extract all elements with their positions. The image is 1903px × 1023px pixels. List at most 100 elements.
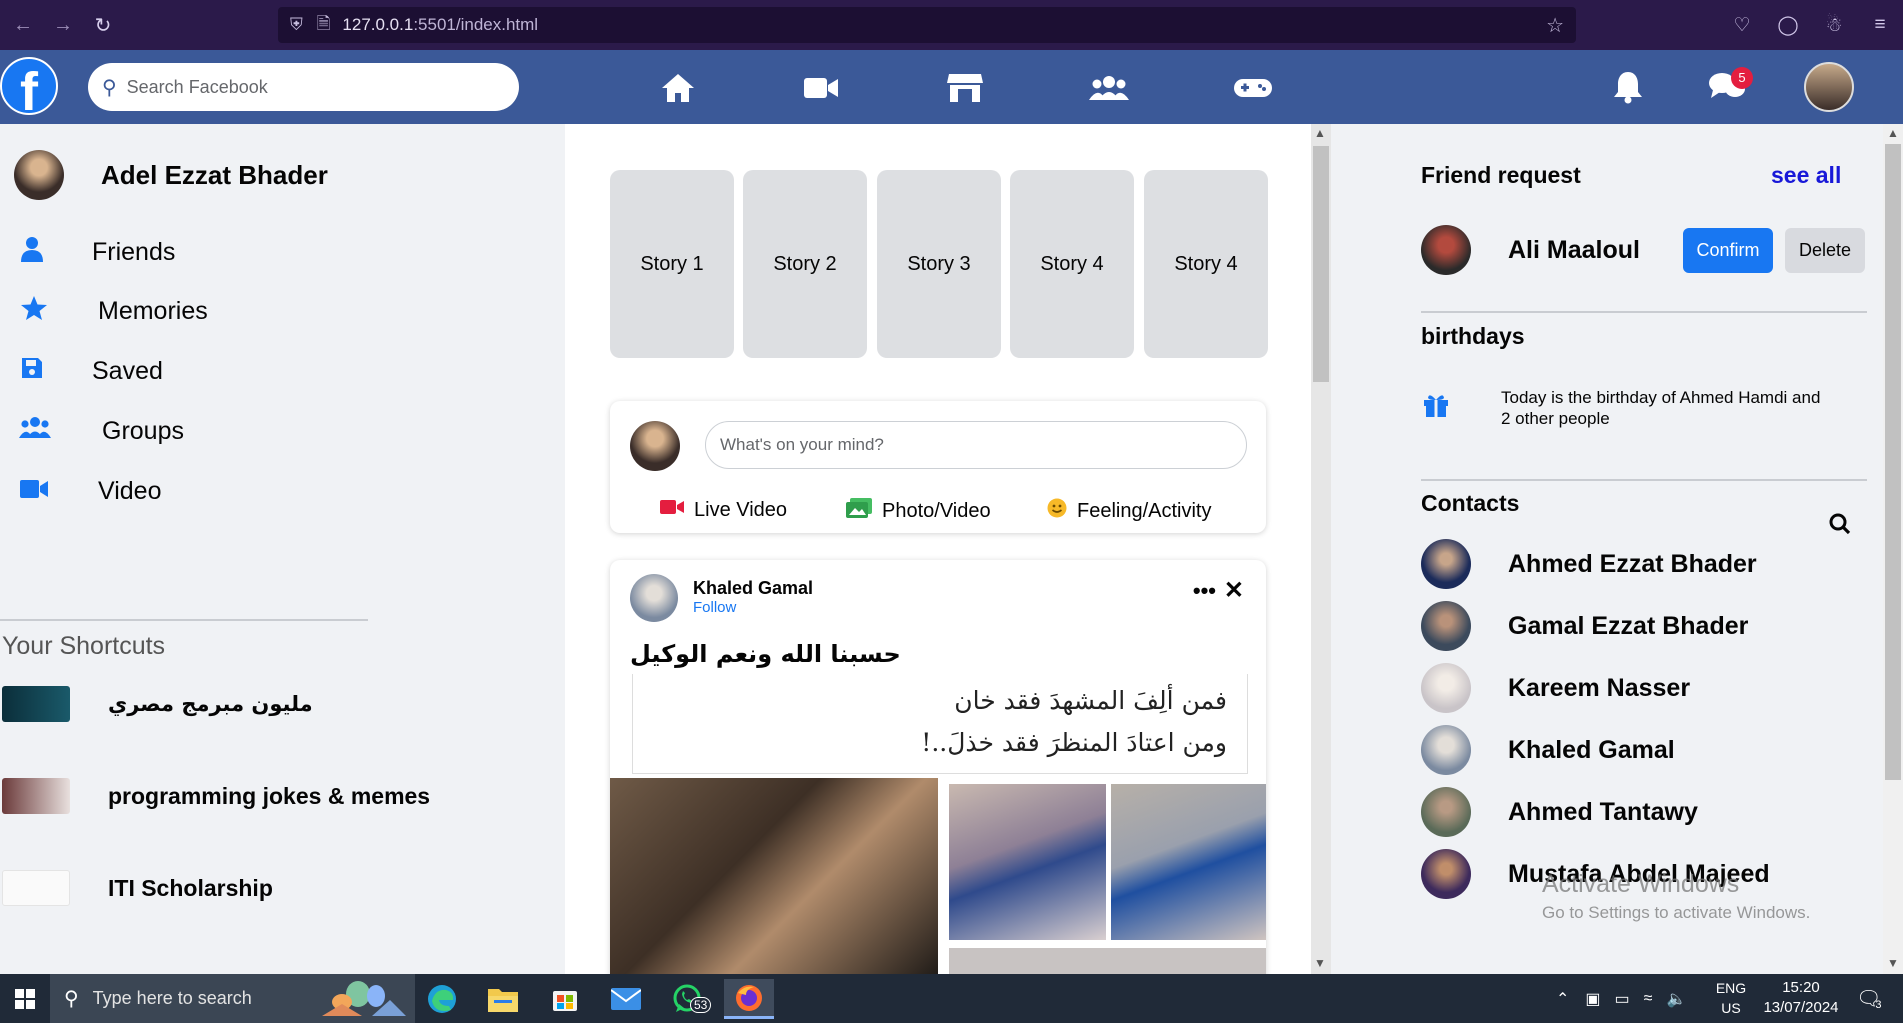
video-nav-icon[interactable] bbox=[801, 68, 841, 108]
request-name[interactable]: Ali Maaloul bbox=[1508, 236, 1640, 265]
avatar[interactable] bbox=[14, 150, 64, 200]
sidebar-item-label: Friends bbox=[92, 238, 176, 266]
pocket-icon[interactable]: ♡ bbox=[1719, 14, 1765, 37]
facebook-logo[interactable]: f bbox=[0, 57, 58, 115]
feed-scrollbar[interactable]: ▲ ▼ bbox=[1311, 124, 1331, 974]
activate-subtitle: Go to Settings to activate Windows. bbox=[1542, 903, 1811, 922]
scrollbar-thumb[interactable] bbox=[1313, 146, 1329, 382]
follow-link[interactable]: Follow bbox=[693, 599, 736, 616]
story-card[interactable]: Story 3 bbox=[877, 170, 1001, 358]
edge-icon[interactable] bbox=[417, 979, 467, 1019]
post-photo[interactable] bbox=[949, 784, 1106, 940]
scrollbar-thumb[interactable] bbox=[1885, 144, 1901, 780]
gaming-icon[interactable] bbox=[1233, 68, 1273, 108]
contact-item[interactable]: Mustafa Abdel Majeed bbox=[1421, 849, 1770, 899]
sidebar-item-label: Saved bbox=[92, 357, 163, 385]
clock[interactable]: 15:20 13/07/2024 bbox=[1756, 978, 1846, 1018]
menu-icon[interactable]: ≡ bbox=[1857, 14, 1903, 36]
search-highlights-icon[interactable] bbox=[310, 979, 410, 1019]
reload-icon[interactable]: ↻ bbox=[86, 8, 120, 42]
shortcut-label: مليون مبرمج مصري bbox=[108, 692, 313, 716]
avatar bbox=[1421, 539, 1471, 589]
scroll-down-icon[interactable]: ▼ bbox=[1314, 956, 1326, 970]
notifications-bell-icon[interactable] bbox=[1612, 70, 1644, 112]
sidebar-item-friends[interactable]: Friends bbox=[0, 236, 175, 269]
clock-time: 15:20 bbox=[1782, 979, 1820, 996]
confirm-button[interactable]: Confirm bbox=[1683, 228, 1773, 273]
shortcut-thumbnail bbox=[2, 686, 70, 722]
story-card[interactable]: Story 4 bbox=[1144, 170, 1268, 358]
forward-icon[interactable]: → bbox=[46, 8, 80, 42]
story-card[interactable]: Story 4 bbox=[1010, 170, 1134, 358]
users-icon bbox=[10, 416, 60, 447]
right-scrollbar[interactable]: ▲ ▼ bbox=[1883, 124, 1903, 974]
story-card[interactable]: Story 2 bbox=[743, 170, 867, 358]
shortcut-label: ITI Scholarship bbox=[108, 874, 273, 901]
notification-center-icon[interactable]: 🗨 3 bbox=[1856, 974, 1882, 1023]
whatsapp-icon[interactable]: 53 bbox=[662, 979, 712, 1019]
marketplace-icon[interactable] bbox=[945, 68, 985, 108]
sidebar-item-video[interactable]: Video bbox=[0, 476, 162, 507]
file-explorer-icon[interactable] bbox=[478, 979, 528, 1019]
account-icon[interactable]: ◯ bbox=[1765, 14, 1811, 37]
scroll-up-icon[interactable]: ▲ bbox=[1887, 126, 1899, 140]
sidebar-item-label: Memories bbox=[98, 297, 208, 325]
language-indicator[interactable]: ENG US bbox=[1711, 978, 1751, 1018]
avatar[interactable] bbox=[630, 574, 678, 622]
avatar[interactable] bbox=[1421, 225, 1471, 275]
post-author[interactable]: Khaled Gamal bbox=[693, 578, 813, 599]
bookmark-star-icon[interactable]: ☆ bbox=[1546, 13, 1564, 38]
mail-icon[interactable] bbox=[601, 979, 651, 1019]
quote-line: فمن ألِفَ المشهدَ فقد خان bbox=[954, 686, 1227, 715]
back-icon[interactable]: ← bbox=[6, 8, 40, 42]
language-code: ENG bbox=[1715, 980, 1747, 996]
sidebar-item-groups[interactable]: Groups bbox=[0, 416, 184, 447]
shortcut-item[interactable]: مليون مبرمج مصري bbox=[2, 686, 313, 722]
search-input[interactable]: ⚲ Search Facebook bbox=[88, 63, 519, 111]
scroll-up-icon[interactable]: ▲ bbox=[1314, 126, 1326, 140]
news-feed: Story 1 Story 2 Story 3 Story 4 Story 4 … bbox=[565, 124, 1311, 974]
profile-name[interactable]: Adel Ezzat Bhader bbox=[101, 160, 328, 191]
contact-item[interactable]: Khaled Gamal bbox=[1421, 725, 1675, 775]
post-photo[interactable] bbox=[949, 948, 1266, 974]
photo-video-button[interactable]: Photo/Video bbox=[846, 498, 991, 524]
shortcut-item[interactable]: ITI Scholarship bbox=[2, 870, 273, 906]
scroll-down-icon[interactable]: ▼ bbox=[1887, 956, 1899, 970]
live-video-button[interactable]: Live Video bbox=[660, 498, 787, 522]
feeling-activity-label: Feeling/Activity bbox=[1077, 499, 1212, 522]
groups-nav-icon[interactable] bbox=[1089, 68, 1129, 108]
search-icon[interactable] bbox=[1829, 513, 1851, 541]
see-all-link[interactable]: see all bbox=[1771, 162, 1841, 189]
close-icon[interactable]: ✕ bbox=[1224, 576, 1244, 605]
post-photo[interactable] bbox=[610, 778, 938, 974]
home-icon[interactable] bbox=[658, 68, 698, 108]
activate-title: Activate Windows bbox=[1542, 870, 1740, 898]
whats-on-your-mind-input[interactable]: What's on your mind? bbox=[705, 421, 1247, 469]
contact-item[interactable]: Ahmed Ezzat Bhader bbox=[1421, 539, 1757, 589]
store-icon[interactable] bbox=[540, 979, 590, 1019]
sidebar-item-saved[interactable]: Saved bbox=[0, 356, 163, 387]
meet-now-icon[interactable]: ▣ bbox=[1585, 989, 1600, 1009]
address-bar[interactable]: ⛨ 🗎 127.0.0.1:5501/index.html ☆ bbox=[278, 7, 1576, 43]
chevron-up-icon[interactable]: ⌃ bbox=[1556, 989, 1569, 1009]
sidebar-item-memories[interactable]: Memories bbox=[0, 295, 208, 328]
feeling-activity-button[interactable]: Feeling/Activity bbox=[1047, 498, 1212, 524]
battery-icon[interactable]: ▭ bbox=[1615, 989, 1630, 1009]
contact-item[interactable]: Gamal Ezzat Bhader bbox=[1421, 601, 1748, 651]
extensions-icon[interactable]: ☃ bbox=[1811, 14, 1857, 37]
friend-request-title: Friend request bbox=[1421, 162, 1581, 188]
windows-start-icon[interactable] bbox=[0, 974, 50, 1023]
delete-button[interactable]: Delete bbox=[1785, 228, 1865, 273]
contact-item[interactable]: Kareem Nasser bbox=[1421, 663, 1690, 713]
profile-avatar[interactable] bbox=[1804, 62, 1854, 112]
star-icon bbox=[9, 295, 59, 328]
shortcut-item[interactable]: programming jokes & memes bbox=[2, 778, 430, 814]
wifi-icon[interactable]: ≈ bbox=[1644, 990, 1653, 1008]
contact-item[interactable]: Ahmed Tantawy bbox=[1421, 787, 1698, 837]
speaker-icon[interactable]: 🔈 bbox=[1666, 989, 1686, 1009]
contacts-title: Contacts bbox=[1421, 490, 1520, 516]
firefox-icon[interactable] bbox=[724, 979, 774, 1019]
more-options-icon[interactable]: ••• bbox=[1193, 578, 1216, 604]
post-photo[interactable] bbox=[1111, 784, 1266, 940]
story-card[interactable]: Story 1 bbox=[610, 170, 734, 358]
